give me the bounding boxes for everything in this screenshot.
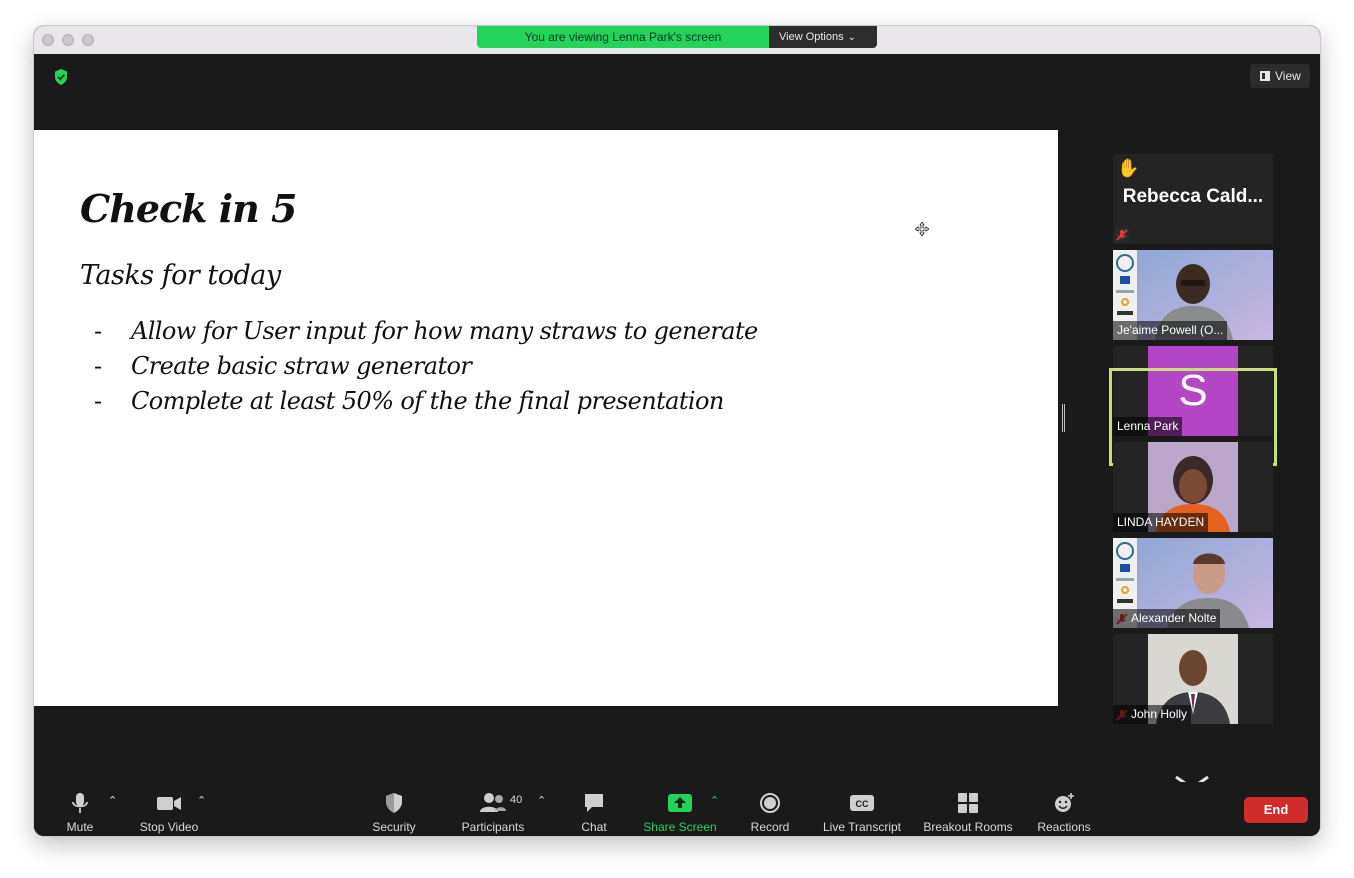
record-label: Record — [750, 820, 790, 834]
breakout-rooms-grid-icon — [958, 793, 978, 813]
end-meeting-button[interactable]: End — [1244, 797, 1308, 823]
meeting-area: View Check in 5 Tasks for today - Allow f… — [34, 54, 1320, 790]
security-button[interactable]: Security — [366, 792, 422, 834]
bullet-dash: - — [94, 352, 102, 380]
panel-resize-handle[interactable] — [1062, 404, 1065, 432]
slide-bullet-list: - Allow for User input for how many straw… — [94, 314, 758, 419]
move-cursor-icon — [915, 222, 929, 236]
stop-video-button[interactable]: Stop Video — [134, 792, 204, 834]
video-camera-icon — [157, 797, 181, 810]
security-label: Security — [372, 820, 416, 834]
title-bar: You are viewing Lenna Park's screen View… — [34, 26, 1320, 54]
participant-tile[interactable]: ✋ Rebecca Cald... — [1113, 154, 1273, 244]
share-options-caret-icon[interactable]: ⌃ — [710, 794, 719, 807]
shared-screen-slide: Check in 5 Tasks for today - Allow for Us… — [34, 130, 1058, 706]
view-options-label: View Options — [779, 31, 844, 43]
breakout-rooms-label: Breakout Rooms — [923, 820, 1013, 834]
reactions-smiley-icon — [1055, 793, 1074, 812]
record-button[interactable]: Record — [746, 792, 794, 834]
bullet-text: Create basic straw generator — [131, 352, 472, 380]
bullet-text: Allow for User input for how many straws… — [131, 317, 758, 345]
slide-bullet: - Create basic straw generator — [94, 349, 758, 384]
meeting-toolbar: Mute ⌃ Stop Video ⌃ Security Participant… — [34, 782, 1320, 836]
breakout-rooms-button[interactable]: Breakout Rooms — [922, 792, 1014, 834]
close-window-button[interactable] — [42, 34, 54, 46]
participant-name: Je'aime Powell (O... — [1113, 321, 1228, 340]
participant-tile[interactable]: John Holly — [1113, 634, 1273, 724]
closed-captions-icon: CC — [850, 795, 874, 811]
chat-label: Chat — [581, 820, 607, 834]
bullet-dash: - — [94, 387, 102, 415]
live-transcript-button[interactable]: CC Live Transcript — [820, 792, 904, 834]
share-screen-button[interactable]: Share Screen — [640, 792, 720, 834]
muted-mic-icon — [1115, 228, 1129, 242]
participant-name: Alexander Nolte — [1113, 609, 1221, 628]
layout-grid-icon — [1260, 71, 1270, 81]
encryption-shield-icon[interactable] — [50, 66, 72, 88]
slide-bullet: - Complete at least 50% of the the final … — [94, 384, 758, 419]
participant-name: John Holly — [1113, 705, 1192, 724]
share-screen-arrow-icon — [668, 794, 692, 812]
reactions-label: Reactions — [1037, 820, 1091, 834]
participant-tile[interactable]: LINDA HAYDEN — [1113, 442, 1273, 532]
audio-options-caret-icon[interactable]: ⌃ — [108, 794, 117, 807]
viewing-banner: You are viewing Lenna Park's screen — [477, 26, 769, 48]
view-label: View — [1275, 69, 1301, 83]
participants-options-caret-icon[interactable]: ⌃ — [537, 794, 546, 807]
participants-label: Participants — [461, 820, 525, 834]
reactions-button[interactable]: Reactions — [1036, 792, 1092, 834]
video-options-caret-icon[interactable]: ⌃ — [197, 794, 206, 807]
slide-title: Check in 5 — [80, 186, 297, 231]
slide-subtitle: Tasks for today — [80, 260, 281, 291]
bullet-text: Complete at least 50% of the the final p… — [131, 387, 724, 415]
chevron-down-icon: ⌄ — [847, 32, 856, 43]
stop-video-label: Stop Video — [139, 820, 199, 834]
view-options-button[interactable]: View Options ⌄ — [769, 26, 877, 48]
chat-button[interactable]: Chat — [574, 792, 614, 834]
share-screen-label: Share Screen — [643, 820, 717, 834]
bullet-dash: - — [94, 317, 102, 345]
mute-button[interactable]: Mute — [60, 792, 100, 834]
chat-bubble-icon — [585, 794, 603, 812]
fullscreen-window-button[interactable] — [82, 34, 94, 46]
participant-name: Rebecca Cald... — [1122, 186, 1264, 207]
zoom-window: You are viewing Lenna Park's screen View… — [34, 26, 1320, 836]
participants-icon — [480, 793, 506, 812]
svg-text:CC: CC — [856, 799, 869, 809]
participant-tile[interactable]: Je'aime Powell (O... — [1113, 250, 1273, 340]
mute-label: Mute — [66, 820, 94, 834]
raised-hand-icon: ✋ — [1117, 158, 1140, 178]
view-layout-button[interactable]: View — [1250, 64, 1310, 88]
microphone-icon — [72, 793, 88, 813]
security-shield-icon — [386, 793, 402, 813]
participant-name: LINDA HAYDEN — [1113, 513, 1209, 532]
record-icon — [760, 793, 780, 813]
participant-tile[interactable]: Alexander Nolte — [1113, 538, 1273, 628]
participants-count: 40 — [510, 794, 523, 806]
live-transcript-label: Live Transcript — [822, 820, 902, 834]
minimize-window-button[interactable] — [62, 34, 74, 46]
slide-bullet: - Allow for User input for how many straw… — [94, 314, 758, 349]
